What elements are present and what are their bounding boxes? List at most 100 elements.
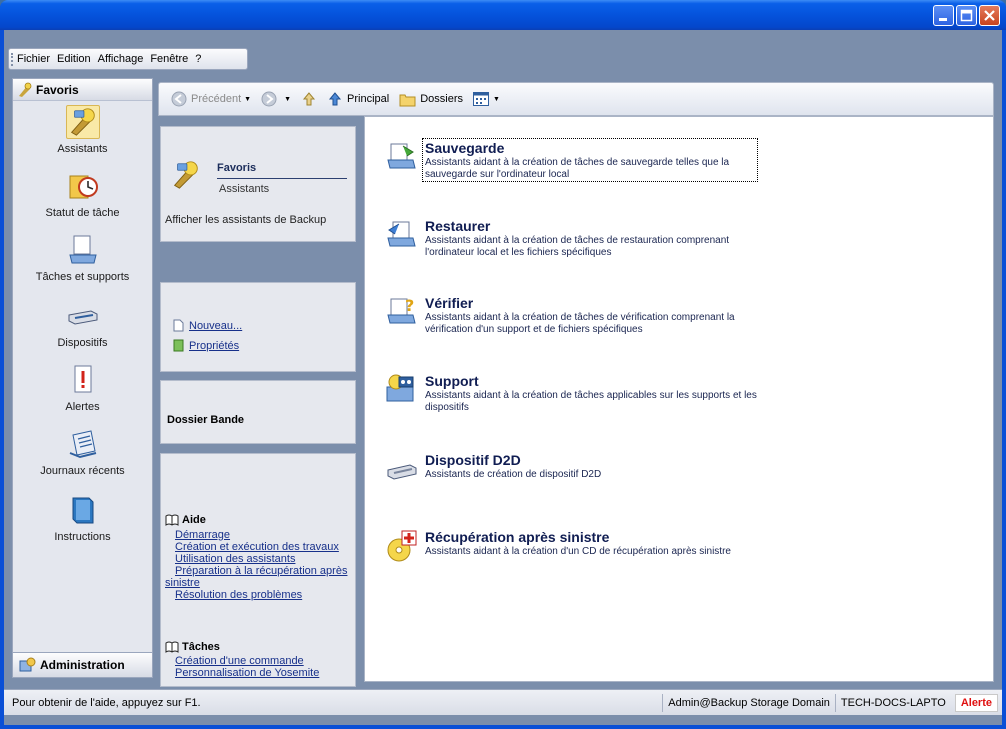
new-document-icon [173,319,184,332]
app-window: Fichier Edition Affichage Fenêtre ? Favo… [0,0,1006,729]
toolbar: Précédent ▼ ▼ Principal Dossiers ▼ [158,82,994,116]
help-title: Aide [165,514,353,526]
properties-action[interactable]: Propriétés [173,339,239,352]
new-link[interactable]: Nouveau... [189,320,242,332]
sidebar-item-label: Tâches et supports [35,271,130,283]
task-pane: Favoris Assistants Afficher les assistan… [158,116,360,687]
sidebar: Favoris Assistants Statut de tâche Tâche… [12,78,153,678]
restore-icon [387,221,416,247]
folders-button[interactable]: Dossiers [399,92,463,107]
instructions-icon [72,497,93,524]
home-button[interactable]: Principal [327,91,389,107]
back-label: Précédent [191,93,242,105]
menu-help[interactable]: ? [195,53,201,65]
sidebar-item-label: Assistants [57,143,108,155]
close-button[interactable] [979,5,1000,26]
new-action[interactable]: Nouveau... [173,319,242,332]
administration-label: Administration [40,658,125,672]
forward-arrow-icon [261,91,277,107]
task-title: Dispositif D2D [425,452,521,468]
tasks-link-personnalisation[interactable]: Personnalisation de Yosemite [175,667,353,679]
folder-title[interactable]: Dossier Bande [167,414,244,426]
alerts-icon [74,365,91,393]
help-link-resolution[interactable]: Résolution des problèmes [175,589,353,601]
forward-dropdown-icon[interactable]: ▼ [284,96,291,103]
sidebar-item-label: Dispositifs [57,337,108,349]
device-d2d-icon [387,464,417,480]
properties-link[interactable]: Propriétés [189,340,239,352]
status-domain: Admin@Backup Storage Domain [662,693,835,712]
favorites-icon [19,82,32,97]
status-bar: Pour obtenir de l'aide, appuyez sur F1. … [4,689,1002,715]
menu-affichage[interactable]: Affichage [98,53,144,65]
up-button[interactable] [301,91,321,107]
back-dropdown-icon[interactable]: ▼ [244,96,251,103]
help-box: Aide Démarrage Création et exécution des… [160,453,356,687]
folder-box: Dossier Bande [160,380,356,444]
sidebar-item-dispositifs[interactable]: Dispositifs [13,299,152,349]
view-grid-icon [473,92,490,106]
book-icon [165,641,179,653]
task-description: Assistants aidant à la création d'un CD … [425,546,731,557]
view-button[interactable]: ▼ [473,92,500,106]
forward-button[interactable]: ▼ [261,91,291,107]
sidebar-header[interactable]: Favoris [13,79,152,101]
task-description: Assistants aidant à la création de tâche… [425,312,735,335]
help-link-preparation[interactable]: Préparation à la récupération après [175,565,353,577]
help-link-creation[interactable]: Création et exécution des travaux [175,541,353,553]
favorites-subtitle: Assistants [219,183,270,195]
sidebar-item-taches[interactable]: Tâches et supports [13,233,152,283]
back-button[interactable]: Précédent ▼ [171,91,251,107]
task-title: Restaurer [425,218,491,234]
task-description: Assistants aidant à la création de tâche… [425,235,730,258]
properties-icon [173,339,184,352]
menu-fichier[interactable]: Fichier [17,53,50,65]
favorites-description: Afficher les assistants de Backup [165,214,327,226]
wizard-icon [173,161,198,189]
backup-icon [387,143,416,169]
sidebar-header-label: Favoris [36,82,79,97]
sidebar-item-instructions[interactable]: Instructions [13,493,152,543]
tasks-title-label: Tâches [182,641,220,653]
folder-icon [399,94,416,106]
maximize-button[interactable] [956,5,977,26]
sidebar-item-label: Instructions [54,531,111,543]
verify-icon: ? [387,296,416,324]
home-arrow-icon [328,92,342,106]
minimize-button[interactable] [933,5,954,26]
main-content: Sauvegarde Assistants aidant à la créati… [364,116,994,682]
menu-grip-icon[interactable] [11,53,14,66]
sidebar-item-statut[interactable]: Statut de tâche [13,169,152,219]
view-dropdown-icon[interactable]: ▼ [493,96,500,103]
svg-text:?: ? [405,296,414,315]
task-description: Assistants aidant à la création de tâche… [425,390,757,413]
favorites-box: Favoris Assistants Afficher les assistan… [160,126,356,242]
client-area: Fichier Edition Affichage Fenêtre ? Favo… [4,30,1002,725]
favorites-title: Favoris [217,162,257,174]
help-link-preparation-wrap[interactable]: sinistre [165,577,353,589]
task-status-icon [69,175,98,199]
help-title-label: Aide [182,514,206,526]
status-alert[interactable]: Alerte [954,693,998,712]
home-label: Principal [347,93,390,105]
back-arrow-icon [171,91,187,107]
sidebar-item-label: Alertes [65,401,100,413]
sidebar-item-assistants[interactable]: Assistants [13,105,152,155]
tasks-link-commande[interactable]: Création d'une commande [175,655,353,667]
devices-icon [68,310,97,325]
book-icon [165,514,179,526]
help-link-utilisation[interactable]: Utilisation des assistants [175,553,353,565]
sidebar-item-alertes[interactable]: Alertes [13,363,152,413]
sidebar-item-journaux[interactable]: Journaux récents [13,427,152,477]
administration-icon [19,657,36,672]
title-bar[interactable] [0,0,1006,30]
favorites-divider [217,178,347,179]
help-link-demarrage[interactable]: Démarrage [175,529,353,541]
administration-button[interactable]: Administration [12,652,153,678]
sidebar-item-label: Statut de tâche [45,207,120,219]
tasks-title: Tâches [165,641,353,653]
folders-label: Dossiers [420,93,464,105]
status-host: TECH-DOCS-LAPTO [834,693,951,712]
menu-edition[interactable]: Edition [57,53,91,65]
menu-fenetre[interactable]: Fenêtre [150,53,188,65]
